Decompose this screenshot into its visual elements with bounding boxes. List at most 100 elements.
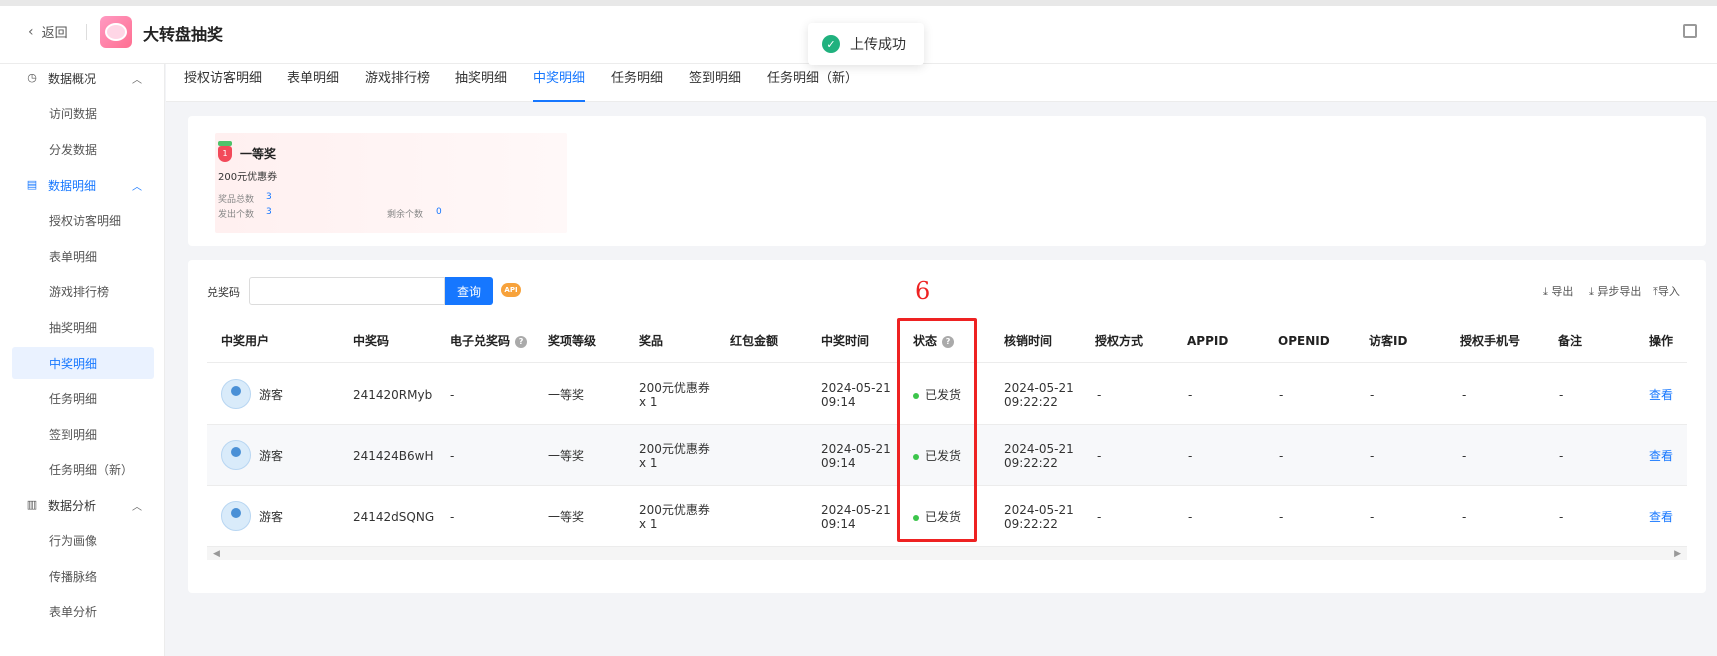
col-action: 操作 — [1649, 334, 1674, 348]
cell-openid: - — [1279, 388, 1284, 402]
prize-desc: 200元优惠券 — [218, 172, 278, 183]
col-appid: APPID — [1187, 334, 1229, 348]
sidebar-item-label: 表单明细 — [49, 249, 98, 264]
query-button[interactable]: 查询 — [445, 277, 493, 305]
sidebar-item-label: 任务明细 — [49, 391, 98, 406]
back-label: 返回 — [41, 26, 68, 41]
col-openid: OPENID — [1278, 334, 1330, 348]
sidebar-group-details[interactable]: ▤ 数据明细 ︿ — [0, 171, 165, 199]
avatar — [221, 379, 251, 409]
prize-remain-label: 剩余个数 — [387, 210, 424, 220]
download-icon: ⤓ — [1543, 285, 1548, 298]
col-user: 中奖用户 — [221, 334, 270, 348]
question-icon[interactable]: ? — [515, 335, 528, 348]
async-export-button[interactable]: ⤓ 异步导出 — [1589, 283, 1641, 299]
cell-phone: - — [1462, 510, 1467, 524]
async-export-label: 异步导出 — [1597, 285, 1642, 298]
prize-issued-label: 发出个数 — [218, 210, 255, 220]
sidebar-item-spread-path[interactable]: 传播脉络 — [12, 560, 154, 592]
download-icon: ⤓ — [1589, 285, 1594, 298]
avatar — [221, 501, 251, 531]
chevron-up-icon: ︿ — [132, 502, 142, 513]
rank-badge: 1 — [218, 146, 232, 162]
sidebar-item-label: 任务明细（新） — [49, 462, 134, 477]
scroll-left-icon[interactable]: ◀ — [213, 547, 220, 561]
cell-ecode: - — [450, 388, 455, 402]
cell-code: 24142dSQNG — [353, 510, 435, 524]
back-button[interactable]: ‹ 返回 — [28, 22, 68, 42]
avatar — [221, 440, 251, 470]
tab-auth-visitors[interactable]: 授权访客明细 — [184, 64, 262, 102]
sidebar-item-distribution-data[interactable]: 分发数据 — [12, 133, 154, 165]
tab-task-details-new[interactable]: 任务明细（新） — [767, 64, 858, 102]
tab-winning-details[interactable]: 中奖明细 — [533, 64, 586, 102]
horizontal-scrollbar[interactable]: ◀ ▶ — [207, 546, 1687, 560]
cell-ecode: - — [450, 510, 455, 524]
view-link[interactable]: 查看 — [1649, 388, 1673, 402]
api-icon[interactable]: API — [501, 283, 521, 297]
cell-win-time: 09:14 — [821, 456, 856, 470]
cell-redeem-time: 09:22:22 — [1004, 517, 1058, 531]
cell-appid: - — [1188, 388, 1193, 402]
tab-form-details[interactable]: 表单明细 — [287, 64, 339, 102]
sidebar-item-task-details[interactable]: 任务明细 — [12, 382, 154, 414]
sidebar-group-label: 数据概况 — [48, 71, 97, 86]
cell-win-date: 2024-05-21 — [821, 503, 891, 517]
check-circle-icon: ✓ — [822, 35, 840, 53]
sidebar-item-visit-data[interactable]: 访问数据 — [12, 97, 154, 129]
tab-game-ranking[interactable]: 游戏排行榜 — [365, 64, 430, 102]
sidebar-group-label: 数据明细 — [48, 178, 97, 193]
cell-prize-qty: x 1 — [639, 456, 658, 470]
success-toast: ✓ 上传成功 — [808, 23, 924, 65]
sidebar-item-checkin-details[interactable]: 签到明细 — [12, 418, 154, 450]
cell-redeem-date: 2024-05-21 — [1004, 442, 1074, 456]
sidebar-item-winning-details[interactable]: 中奖明细 — [12, 347, 154, 379]
cell-phone: - — [1462, 449, 1467, 463]
cell-redeem-time: 09:22:22 — [1004, 395, 1058, 409]
detail-tabs: 授权访客明细 表单明细 游戏排行榜 抽奖明细 中奖明细 任务明细 签到明细 任务… — [166, 64, 1717, 102]
sidebar-item-label: 授权访客明细 — [49, 213, 122, 228]
col-code: 中奖码 — [353, 334, 390, 348]
cell-visitor: - — [1370, 510, 1375, 524]
header-divider — [86, 24, 87, 40]
sidebar-group-analysis[interactable]: ▥ 数据分析 ︿ — [0, 491, 165, 519]
col-redpacket: 红包金额 — [730, 334, 779, 348]
cell-prize-qty: x 1 — [639, 517, 658, 531]
sidebar-item-form-details[interactable]: 表单明细 — [12, 240, 154, 272]
sidebar-item-label: 分发数据 — [49, 142, 98, 157]
sidebar-group-label: 数据分析 — [48, 498, 97, 513]
tab-task-details[interactable]: 任务明细 — [611, 64, 663, 102]
sidebar-item-auth-visitors[interactable]: 授权访客明细 — [12, 204, 154, 236]
scroll-right-icon[interactable]: ▶ — [1674, 547, 1681, 561]
fullscreen-icon[interactable] — [1683, 24, 1697, 38]
cell-prize: 200元优惠券 — [639, 503, 710, 517]
clock-icon: ◷ — [27, 71, 37, 84]
sidebar-item-label: 表单分析 — [49, 604, 98, 619]
export-button[interactable]: ⤓ 导出 — [1543, 283, 1573, 299]
cell-ecode: - — [450, 449, 455, 463]
cell-appid: - — [1188, 510, 1193, 524]
tab-checkin-details[interactable]: 签到明细 — [689, 64, 741, 102]
redeem-code-input[interactable] — [249, 277, 445, 305]
sidebar-group-overview[interactable]: ◷ 数据概况 ︿ — [0, 64, 165, 92]
import-button[interactable]: ⤒导入 — [1653, 283, 1680, 299]
sidebar-item-game-ranking[interactable]: 游戏排行榜 — [12, 275, 154, 307]
cell-prize: 200元优惠券 — [639, 381, 710, 395]
cell-phone: - — [1462, 388, 1467, 402]
sidebar-item-label: 中奖明细 — [49, 356, 98, 371]
view-link[interactable]: 查看 — [1649, 510, 1673, 524]
cell-openid: - — [1279, 449, 1284, 463]
prize-total-label: 奖品总数 — [218, 195, 255, 205]
cell-note: - — [1559, 449, 1564, 463]
col-auth-phone: 授权手机号 — [1460, 334, 1521, 348]
col-prize: 奖品 — [639, 334, 664, 348]
sidebar-item-form-analysis[interactable]: 表单分析 — [12, 595, 154, 627]
col-ecode-label: 电子兑奖码 — [450, 334, 511, 348]
document-icon: ▤ — [26, 178, 38, 191]
redeem-code-label: 兑奖码 — [207, 286, 240, 299]
sidebar-item-task-details-new[interactable]: 任务明细（新） — [12, 453, 154, 485]
view-link[interactable]: 查看 — [1649, 449, 1673, 463]
sidebar-item-draw-details[interactable]: 抽奖明细 — [12, 311, 154, 343]
sidebar-item-behavior-profile[interactable]: 行为画像 — [12, 524, 154, 556]
tab-draw-details[interactable]: 抽奖明细 — [455, 64, 507, 102]
